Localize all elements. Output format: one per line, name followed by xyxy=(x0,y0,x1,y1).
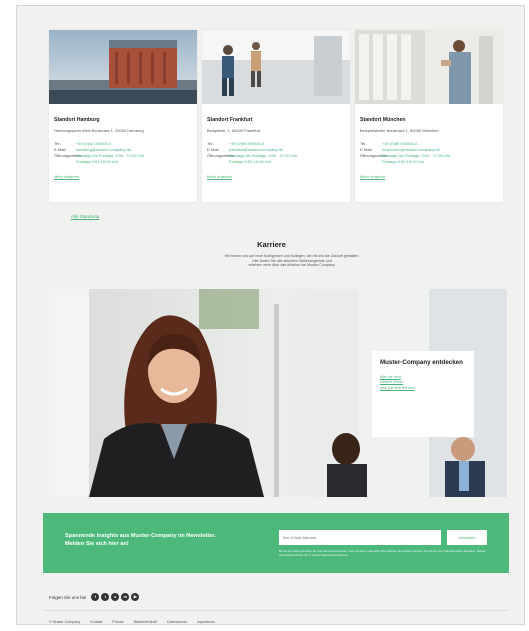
card-address: Hamburgischer Welt-Boulevard 1, 20000 Ha… xyxy=(54,128,144,133)
email-label: E-Mail: xyxy=(54,147,67,152)
email-label: E-Mail: xyxy=(207,147,220,152)
hours-value: Montags bis Freitags, 9:00 - 17:00 Uhr xyxy=(229,153,298,158)
email-link[interactable]: frankfurt@muster-company.de xyxy=(229,147,283,152)
careers-title: Karriere xyxy=(257,240,286,249)
hours-label: Öffnungszeiten: xyxy=(360,153,388,158)
discover-link[interactable]: Ihre Karriere bei uns xyxy=(380,386,466,391)
footer-link[interactable]: Impressum xyxy=(197,620,215,624)
footer-link[interactable]: Presse xyxy=(112,620,123,624)
twitter-icon[interactable]: t xyxy=(101,593,110,601)
card-address: Beispielstraße Boulevard 1, 80000 Münche… xyxy=(360,128,439,133)
location-card-muenchen: Standort München Beispielstraße Boulevar… xyxy=(355,30,503,202)
all-locations-link[interactable]: Alle Standorte xyxy=(71,214,99,219)
discover-title: Muster-Company entdecken xyxy=(380,359,463,366)
footer: © Muster-Company Kontakt Presse Barriere… xyxy=(49,620,225,624)
footer-link[interactable]: Datenschutz xyxy=(167,620,187,624)
location-cards: Standort Hamburg Hamburgischer Welt-Boul… xyxy=(49,30,503,202)
email-link[interactable]: hamburg@muster-company.de xyxy=(76,147,131,152)
newsletter-title: Spannende Insights aus Muster-Company im… xyxy=(65,533,216,547)
email-link[interactable]: muenchen@muster-company.de xyxy=(382,147,440,152)
social-label: Folgen Sie uns bei xyxy=(49,594,87,600)
facebook-icon[interactable]: f xyxy=(91,593,100,601)
frankfurt-image xyxy=(202,30,350,104)
more-link[interactable]: Mehr erfahren xyxy=(207,174,232,179)
tel-label: Tel.: xyxy=(207,141,215,146)
hours-value-2: Freitags 9:00-16:00 Uhr xyxy=(229,159,272,164)
footer-link[interactable]: Kontakt xyxy=(90,620,102,624)
careers-text-line: erfahren mehr über das Arbeiten bei Must… xyxy=(248,263,336,268)
newsletter-legal-text: Mit der Anmeldung erklären Sie sich dami… xyxy=(279,550,486,557)
hours-value: Montags bis Freitags, 9:00 - 17:00 Uhr xyxy=(382,153,451,158)
tel-link[interactable]: +49 (0)89 000000-0 xyxy=(382,141,417,146)
more-link[interactable]: Mehr erfahren xyxy=(54,174,79,179)
footer-copyright: © Muster-Company xyxy=(49,620,81,624)
newsletter-banner: Spannende Insights aus Muster-Company im… xyxy=(43,513,509,573)
newsletter-email-input[interactable] xyxy=(279,530,441,545)
careers-text: Wir freuen uns auf neue Kolleginnen und … xyxy=(197,254,387,268)
footer-divider xyxy=(43,610,509,611)
card-title: Standort München xyxy=(360,117,406,123)
hamburg-image xyxy=(49,30,197,104)
careers-text-line: Wir freuen uns auf neue Kolleginnen und … xyxy=(224,254,360,258)
card-title: Standort Frankfurt xyxy=(207,117,253,123)
hours-value-2: Freitags 9:00-16:00 Uhr xyxy=(76,159,119,164)
social-bar: Folgen Sie uns bei f t x in ▶ xyxy=(49,593,141,601)
card-address: Beispielstr. 1, 60000 Frankfurt xyxy=(207,128,261,133)
xing-icon[interactable]: x xyxy=(111,593,120,601)
tel-link[interactable]: +49 (0)40 000000-0 xyxy=(76,141,111,146)
hours-label: Öffnungszeiten: xyxy=(54,153,82,158)
linkedin-icon[interactable]: in xyxy=(121,593,130,601)
careers-hero: Muster-Company entdecken Wer wir sind Un… xyxy=(49,289,507,497)
email-label: E-Mail: xyxy=(360,147,373,152)
tel-label: Tel.: xyxy=(54,141,62,146)
tel-link[interactable]: +49 (0)69 000000-0 xyxy=(229,141,264,146)
hours-label: Öffnungszeiten: xyxy=(207,153,235,158)
muenchen-image xyxy=(355,30,503,104)
discover-panel: Muster-Company entdecken Wer wir sind Un… xyxy=(372,351,474,437)
footer-link[interactable]: Barrierefreiheit xyxy=(134,620,158,624)
hours-value-2: Freitags 9:00-16:00 Uhr xyxy=(382,159,425,164)
more-link[interactable]: Mehr erfahren xyxy=(360,174,385,179)
hours-value: Montags bis Freitags, 9:00 - 17:00 Uhr xyxy=(76,153,145,158)
newsletter-subscribe-button[interactable]: Anmelden xyxy=(447,530,487,545)
page-frame: Standort Hamburg Hamburgischer Welt-Boul… xyxy=(16,5,525,625)
youtube-icon[interactable]: ▶ xyxy=(131,593,140,601)
tel-label: Tel.: xyxy=(360,141,368,146)
location-card-hamburg: Standort Hamburg Hamburgischer Welt-Boul… xyxy=(49,30,197,202)
card-title: Standort Hamburg xyxy=(54,117,100,123)
location-card-frankfurt: Standort Frankfurt Beispielstr. 1, 60000… xyxy=(202,30,350,202)
